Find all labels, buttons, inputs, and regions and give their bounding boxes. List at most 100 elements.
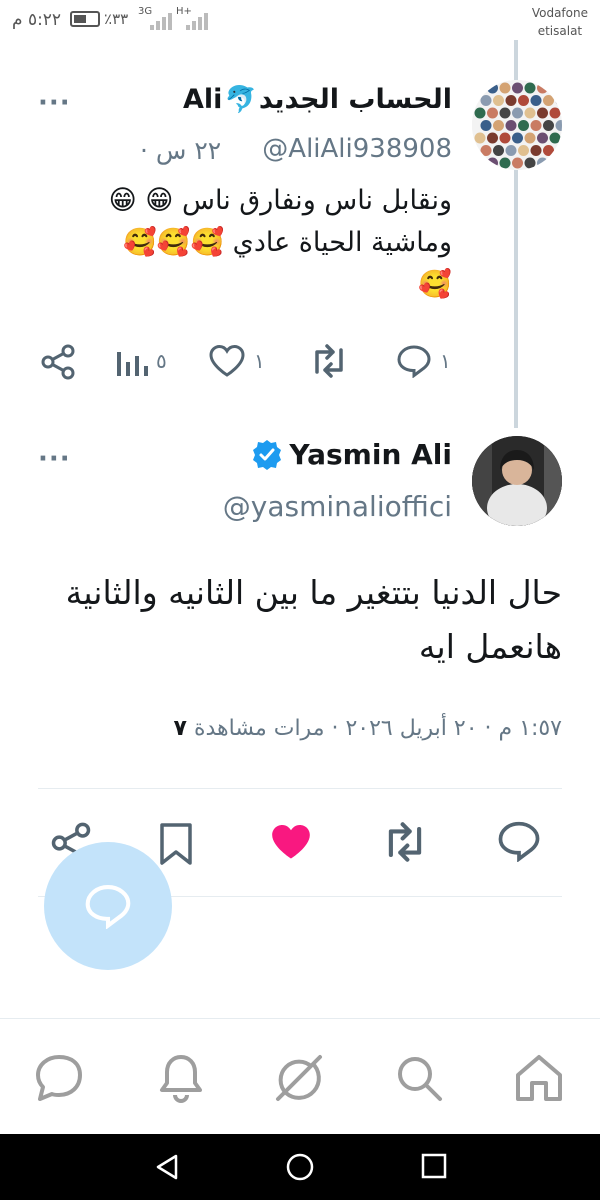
analytics-button[interactable]: ٥ <box>114 344 167 378</box>
retweet-button[interactable] <box>308 344 358 378</box>
carrier-label: Vodafone etisalat <box>532 4 588 40</box>
divider <box>38 788 562 789</box>
nav-notifications[interactable] <box>154 1051 208 1109</box>
more-options-button[interactable]: ··· <box>38 88 71 118</box>
bookmark-button[interactable] <box>158 822 194 870</box>
status-bar: ٥:٢٢ م ٪٣٣ 3G H+ Vodafone etisalat <box>0 0 600 44</box>
nav-home[interactable] <box>512 1051 566 1109</box>
reply-button[interactable]: ١ <box>396 344 451 378</box>
avatar-collage-tile <box>493 95 504 106</box>
avatar-collage-tile <box>480 95 492 106</box>
share-icon <box>41 344 75 380</box>
tweet-body-line: ونقابل ناس ونفارق ناس 😁 😁 <box>108 185 452 216</box>
author-name[interactable]: الحساب الجديد 🐬 Ali <box>183 84 452 115</box>
avatar-collage-tile <box>537 107 548 119</box>
views-label: مرات مشاهدة <box>193 716 325 741</box>
avatar-collage-tile <box>555 145 562 156</box>
avatar-collage-tile <box>543 95 554 106</box>
avatar-collage-tile <box>499 157 511 169</box>
like-icon <box>209 344 245 377</box>
author-name[interactable]: Yasmin Ali <box>251 438 452 471</box>
spaces-icon <box>276 1055 322 1101</box>
avatar-collage-tile <box>537 82 548 94</box>
author-handle[interactable]: @AliAli938908 <box>262 134 452 164</box>
like-button[interactable]: ١ <box>208 344 265 378</box>
tweet-body-line: حال الدنيا بتتغير ما بين الثانيه والثاني… <box>65 573 562 612</box>
avatar-collage-tile <box>524 132 536 144</box>
views-count: ٧ <box>173 716 187 741</box>
avatar-collage-tile <box>549 157 561 169</box>
avatar-collage-tile <box>549 107 561 119</box>
avatar[interactable] <box>472 80 562 170</box>
tweet-time-text: ٢٢ س <box>155 136 222 165</box>
system-navigation-bar <box>0 1134 600 1200</box>
author-name-ar: الحساب الجديد <box>258 84 452 115</box>
recents-icon <box>421 1153 447 1179</box>
battery-percent: ٪٣٣ <box>104 10 129 28</box>
tweet-body: حال الدنيا بتتغير ما بين الثانيه والثاني… <box>22 566 562 674</box>
tweet-body: ونقابل ناس ونفارق ناس 😁 😁 وماشية الحياة … <box>52 180 452 306</box>
reply-icon <box>397 345 431 378</box>
avatar-collage-tile <box>505 120 517 131</box>
author-name-text: Yasmin Ali <box>289 438 452 471</box>
avatar[interactable] <box>472 436 562 526</box>
author-name-en: Ali <box>183 84 223 115</box>
avatar-collage-tile <box>549 82 561 94</box>
avatar-collage-tile <box>487 107 498 119</box>
avatar-collage-tile <box>493 145 504 156</box>
retweet-button[interactable] <box>380 822 430 866</box>
avatar-collage-tile <box>474 82 486 94</box>
home-circle-icon <box>286 1153 314 1181</box>
author-handle[interactable]: @yasminalioffici <box>223 490 452 523</box>
avatar-collage-tile <box>499 82 511 94</box>
tweet-timestamp[interactable]: ١:٥٧ م · ٢٠ أبريل ٢٠٢٦ · <box>324 716 562 741</box>
like-count: ١ <box>254 349 265 373</box>
avatar-collage-tile <box>487 82 498 94</box>
retweet-icon <box>315 344 343 378</box>
retweet-icon <box>388 822 422 862</box>
home-icon <box>516 1055 562 1101</box>
carrier-line-1: Vodafone <box>531 6 588 20</box>
nav-messages[interactable] <box>32 1051 86 1109</box>
more-options-button[interactable]: ··· <box>38 444 71 474</box>
system-home-button[interactable] <box>285 1152 315 1186</box>
avatar-collage-tile <box>512 157 523 169</box>
system-back-button[interactable] <box>152 1152 182 1186</box>
avatar-collage-tile <box>512 107 523 119</box>
analytics-icon <box>117 352 148 376</box>
back-icon <box>156 1154 178 1180</box>
reply-count: ١ <box>440 349 451 373</box>
avatar-collage-tile <box>499 132 511 144</box>
avatar-collage-tile <box>512 132 523 144</box>
avatar-collage-image <box>472 80 562 170</box>
avatar-collage-tile <box>537 132 548 144</box>
like-button[interactable] <box>268 822 314 866</box>
tweet-meta: ١:٥٧ م · ٢٠ أبريل ٢٠٢٦ · مرات مشاهدة ٧ <box>174 716 562 741</box>
avatar-collage-tile <box>480 145 492 156</box>
share-button[interactable] <box>40 344 76 380</box>
avatar-collage-tile <box>474 132 486 144</box>
avatar-collage-tile <box>537 157 548 169</box>
avatar-collage-tile <box>524 107 536 119</box>
like-filled-icon <box>272 824 310 859</box>
search-icon <box>398 1057 442 1101</box>
bottom-navigation <box>0 1018 600 1134</box>
nav-search[interactable] <box>392 1051 446 1109</box>
system-recents-button[interactable] <box>420 1152 448 1184</box>
compose-reply-fab[interactable] <box>44 842 172 970</box>
reply-button[interactable] <box>496 820 542 866</box>
avatar-collage-tile <box>474 157 486 169</box>
carrier-line-2: etisalat <box>537 24 583 38</box>
avatar-collage-tile <box>543 120 554 131</box>
battery-icon <box>70 11 100 27</box>
avatar-collage-tile <box>530 120 542 131</box>
tweet-body-line: هانعمل ايه <box>418 627 562 666</box>
avatar-collage-tile <box>487 157 498 169</box>
reply-icon <box>498 821 540 863</box>
avatar-collage-tile <box>549 132 561 144</box>
nav-spaces[interactable] <box>272 1051 326 1109</box>
analytics-count: ٥ <box>156 349 167 373</box>
avatar-collage-tile <box>530 95 542 106</box>
signal-icon-2 <box>186 10 216 30</box>
avatar-collage-tile <box>543 145 554 156</box>
